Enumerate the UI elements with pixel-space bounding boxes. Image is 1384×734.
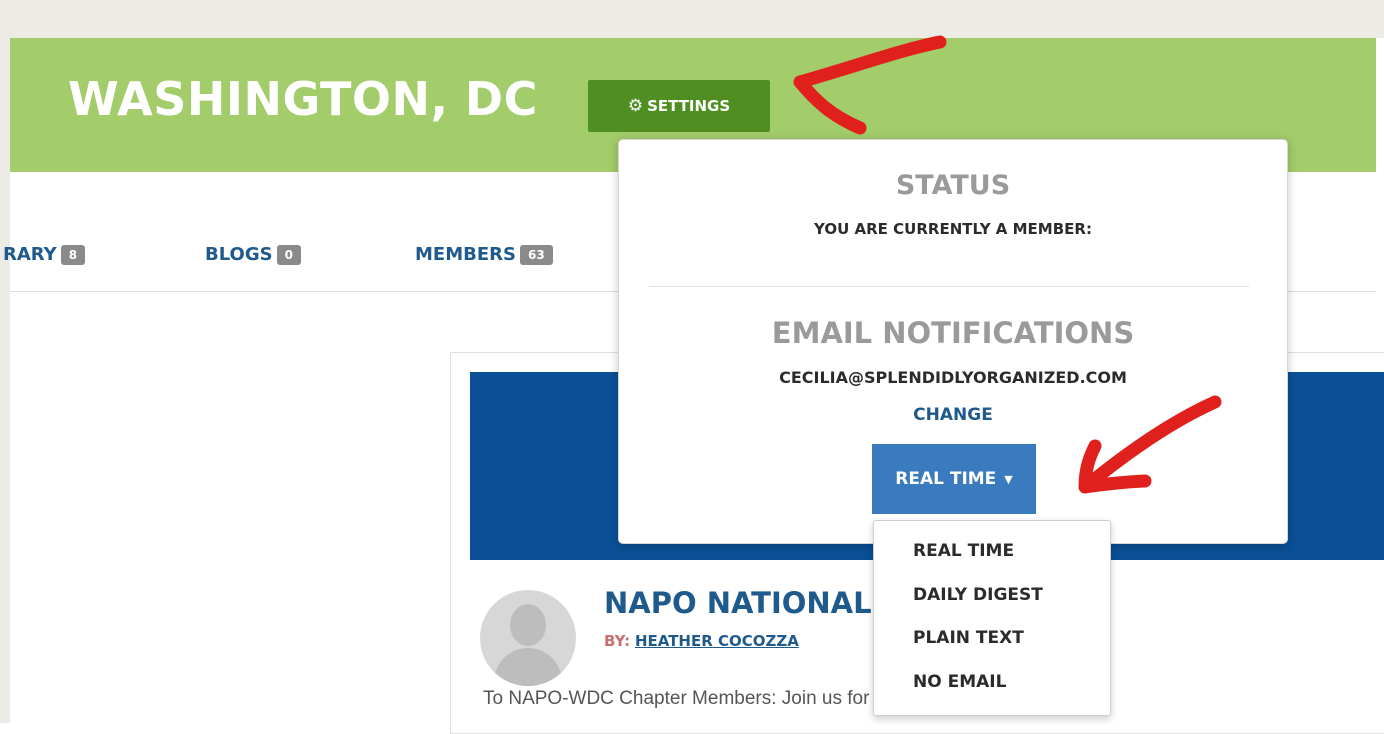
avatar-head-shape [510,604,546,646]
change-email-link[interactable]: CHANGE [619,405,1287,425]
menu-item-no-email[interactable]: NO EMAIL [913,672,1006,692]
menu-item-daily-digest[interactable]: DAILY DIGEST [913,585,1043,605]
status-text: YOU ARE CURRENTLY A MEMBER: [814,220,1092,238]
settings-button-label: SETTINGS [647,97,731,115]
count-badge: 63 [519,244,553,265]
menu-item-real-time[interactable]: REAL TIME [913,541,1014,561]
tab-label: BLOGS [205,244,273,265]
group-title: WASHINGTON, DC [68,72,538,126]
browser-margin-left [0,0,10,723]
avatar[interactable] [480,590,576,686]
status-heading: STATUS [895,170,1011,201]
settings-popover: STATUS YOU ARE CURRENTLY A MEMBER: EMAIL… [618,139,1288,544]
tab-library[interactable]: RARY 8 [3,244,86,265]
count-badge: 0 [276,244,301,265]
tab-label: RARY [3,244,57,265]
settings-button[interactable]: ⚙ SETTINGS [588,80,770,132]
tab-members[interactable]: MEMBERS 63 [415,244,553,265]
frequency-dropdown-button[interactable]: REAL TIME ▼ [872,444,1036,514]
post-byline: BY: HEATHER COCOZZA [604,632,799,650]
byline-prefix: BY: [604,632,631,650]
avatar-body-shape [494,648,562,686]
author-link[interactable]: HEATHER COCOZZA [635,632,799,650]
gear-icon: ⚙ [627,96,644,116]
email-address: CECILIA@SPLENDIDLYORGANIZED.COM [779,368,1127,387]
tab-label: MEMBERS [415,244,516,265]
post-title[interactable]: NAPO NATIONAL [604,586,872,620]
caret-down-icon: ▼ [1004,472,1013,486]
menu-item-plain-text[interactable]: PLAIN TEXT [913,628,1024,648]
frequency-menu: REAL TIME DAILY DIGEST PLAIN TEXT NO EMA… [873,520,1111,716]
popover-divider [649,286,1249,287]
tab-blogs[interactable]: BLOGS 0 [205,244,301,265]
browser-margin-top [0,0,1384,38]
count-badge: 8 [60,244,86,265]
frequency-selected: REAL TIME [895,469,997,489]
email-notifications-heading: EMAIL NOTIFICATIONS [771,316,1135,350]
